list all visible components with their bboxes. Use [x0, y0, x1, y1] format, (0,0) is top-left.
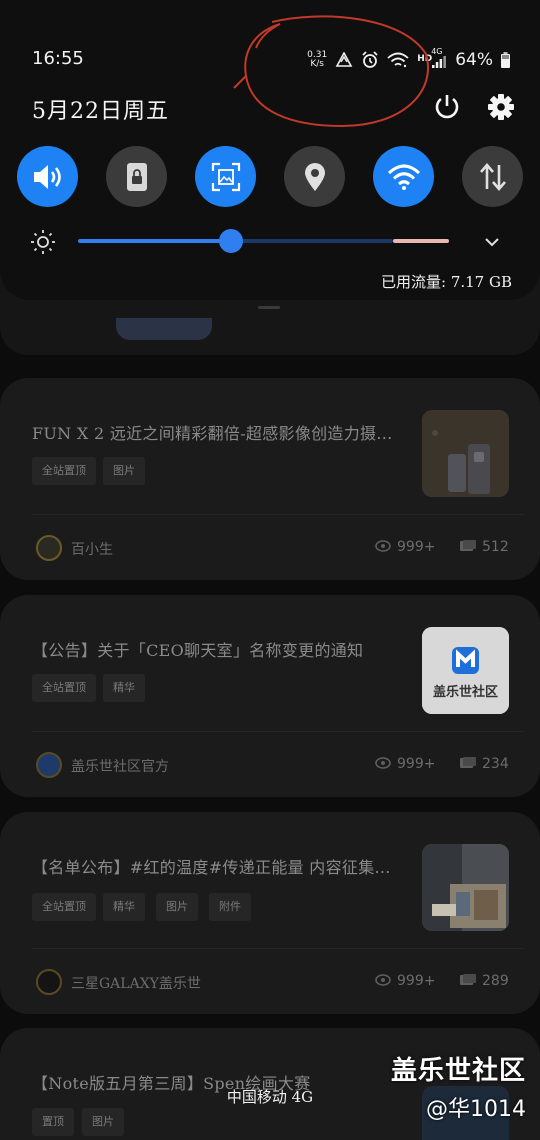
watermark: 盖乐世社区 @华1014 [391, 1050, 526, 1123]
post-tag: 精华 [103, 893, 145, 921]
post-card[interactable]: FUN X 2 远近之间精彩翻倍-超感影像创造力摄... 全站置顶 图片 百小生… [0, 378, 540, 580]
shade-date[interactable]: 5月22日周五 [32, 93, 169, 125]
post-tag: 图片 [82, 1108, 124, 1136]
feed-tab-indicator [116, 318, 212, 340]
comments-count: 234 [482, 756, 509, 772]
comments-icon [460, 974, 476, 985]
chevron-down-icon[interactable] [484, 236, 500, 248]
post-card[interactable]: 【名单公布】#红的温度#传递正能量 内容征集... 全站置顶 精华 图片 附件 … [0, 812, 540, 1014]
comments-icon [460, 757, 476, 768]
qs-location-toggle[interactable] [284, 146, 345, 207]
post-thumbnail[interactable] [422, 844, 509, 931]
post-tag: 附件 [209, 893, 251, 921]
watermark-author: @华1014 [426, 1097, 526, 1122]
power-icon[interactable] [432, 92, 462, 122]
qs-mobile-data-toggle[interactable] [462, 146, 523, 207]
wifi-icon [387, 164, 420, 190]
qs-rotation-lock-toggle[interactable] [106, 146, 167, 207]
post-title[interactable]: 【名单公布】#红的温度#传递正能量 内容征集... [32, 854, 391, 878]
post-tag: 全站置顶 [32, 893, 96, 921]
author-name[interactable]: 百小生 [71, 539, 113, 559]
battery-percent: 64% [455, 50, 493, 70]
location-pin-icon [304, 162, 325, 191]
views-icon [375, 974, 391, 986]
status-time: 16:55 [32, 48, 84, 69]
comments-count: 512 [482, 539, 509, 555]
post-tag: 全站置顶 [32, 457, 96, 485]
brightness-track[interactable] [231, 239, 393, 243]
brightness-track-filled[interactable] [78, 239, 231, 243]
post-tag: 置顶 [32, 1108, 74, 1136]
author-name[interactable]: 盖乐世社区官方 [71, 756, 169, 776]
author-avatar[interactable] [36, 535, 62, 561]
battery-icon [501, 52, 510, 68]
brightness-icon [31, 230, 55, 254]
qs-wifi-toggle[interactable] [373, 146, 434, 207]
watermark-title: 盖乐世社区 [390, 1056, 526, 1086]
quick-settings-row [0, 146, 540, 207]
views-icon [375, 757, 391, 769]
post-card[interactable]: 【公告】关于「CEO聊天室」名称变更的通知 全站置顶 精华 盖乐世社区 盖乐世社… [0, 595, 540, 797]
settings-gear-icon[interactable] [486, 92, 516, 122]
comments-icon [460, 540, 476, 551]
views-count: 999+ [397, 973, 436, 989]
comments-count: 289 [482, 973, 509, 989]
views-icon [375, 540, 391, 552]
post-title[interactable]: 【公告】关于「CEO聊天室」名称变更的通知 [32, 637, 363, 661]
qs-sound-toggle[interactable] [17, 146, 78, 207]
views-count: 999+ [397, 539, 436, 555]
drag-handle[interactable] [258, 306, 280, 309]
data-transfer-icon [479, 162, 506, 191]
data-usage-text: 已用流量: 7.17 GB [381, 273, 512, 291]
post-title[interactable]: FUN X 2 远近之间精彩翻倍-超感影像创造力摄... [32, 420, 392, 444]
signal-bars-icon [432, 56, 447, 68]
speaker-icon [33, 164, 61, 189]
thumbnail-caption: 盖乐世社区 [432, 685, 498, 700]
views-count: 999+ [397, 756, 436, 772]
screenshot-icon [211, 162, 240, 191]
annotation-circle [233, 15, 429, 128]
post-divider [32, 514, 524, 515]
post-divider [32, 731, 524, 732]
post-tag: 图片 [156, 893, 198, 921]
brightness-slider-thumb[interactable] [219, 229, 243, 253]
post-thumbnail[interactable]: 盖乐世社区 [422, 627, 509, 714]
post-divider [32, 948, 524, 949]
post-thumbnail[interactable] [422, 410, 509, 497]
author-name[interactable]: 三星GALAXY盖乐世 [71, 973, 201, 993]
post-tag: 精华 [103, 674, 145, 702]
author-avatar[interactable] [36, 969, 62, 995]
author-avatar[interactable] [36, 752, 62, 778]
qs-screenshot-toggle[interactable] [195, 146, 256, 207]
lock-rotation-icon [126, 162, 147, 191]
post-tag: 全站置顶 [32, 674, 96, 702]
post-tag: 图片 [103, 457, 145, 485]
brightness-track-end[interactable] [393, 239, 449, 243]
